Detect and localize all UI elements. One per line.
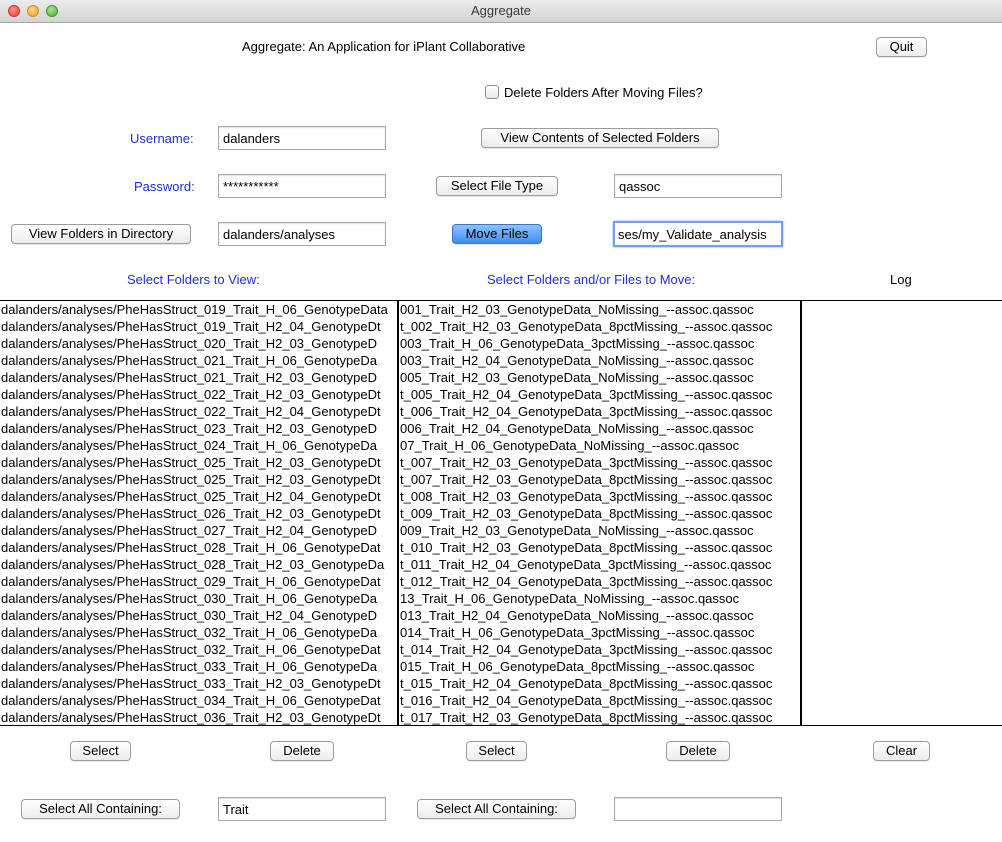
quit-button[interactable]: Quit [876,37,927,57]
username-input[interactable] [218,126,386,150]
folder-list-item[interactable]: dalanders/analyses/PheHasStruct_022_Trai… [0,386,397,403]
folder-list-item[interactable]: dalanders/analyses/PheHasStruct_028_Trai… [0,539,397,556]
file-list-item[interactable]: 07_Trait_H_06_GenotypeData_NoMissing_--a… [399,437,800,454]
file-list-item[interactable]: t_010_Trait_H2_03_GenotypeData_8pctMissi… [399,539,800,556]
move-files-button[interactable]: Move Files [452,224,542,244]
folder-list-item[interactable]: dalanders/analyses/PheHasStruct_024_Trai… [0,437,397,454]
select-files-button[interactable]: Select [466,741,527,761]
folder-list-item[interactable]: dalanders/analyses/PheHasStruct_034_Trai… [0,692,397,709]
folder-list-item[interactable]: dalanders/analyses/PheHasStruct_028_Trai… [0,556,397,573]
clear-log-button[interactable]: Clear [873,741,930,761]
folders-list[interactable]: dalanders/analyses/PheHasStruct_019_Trai… [0,300,399,726]
file-list-item[interactable]: 003_Trait_H_06_GenotypeData_3pctMissing_… [399,335,800,352]
title-bar[interactable]: Aggregate [0,0,1002,23]
folder-list-item[interactable]: dalanders/analyses/PheHasStruct_029_Trai… [0,573,397,590]
folder-list-item[interactable]: dalanders/analyses/PheHasStruct_030_Trai… [0,607,397,624]
folder-list-item[interactable]: dalanders/analyses/PheHasStruct_032_Trai… [0,624,397,641]
file-list-item[interactable]: t_007_Trait_H2_03_GenotypeData_8pctMissi… [399,471,800,488]
folder-list-item[interactable]: dalanders/analyses/PheHasStruct_022_Trai… [0,403,397,420]
folder-list-item[interactable]: dalanders/analyses/PheHasStruct_019_Trai… [0,318,397,335]
folder-list-item[interactable]: dalanders/analyses/PheHasStruct_030_Trai… [0,590,397,607]
file-list-item[interactable]: t_008_Trait_H2_03_GenotypeData_3pctMissi… [399,488,800,505]
file-list-item[interactable]: t_009_Trait_H2_03_GenotypeData_8pctMissi… [399,505,800,522]
file-list-item[interactable]: t_016_Trait_H2_04_GenotypeData_8pctMissi… [399,692,800,709]
log-list[interactable] [802,300,1002,726]
file-list-item[interactable]: t_017_Trait_H2_03_GenotypeData_8pctMissi… [399,709,800,725]
file-list-item[interactable]: t_014_Trait_H2_04_GenotypeData_3pctMissi… [399,641,800,658]
view-contents-button[interactable]: View Contents of Selected Folders [481,128,719,148]
folder-list-item[interactable]: dalanders/analyses/PheHasStruct_021_Trai… [0,352,397,369]
folder-list-item[interactable]: dalanders/analyses/PheHasStruct_033_Trai… [0,675,397,692]
file-list-item[interactable]: t_002_Trait_H2_03_GenotypeData_8pctMissi… [399,318,800,335]
view-folders-button[interactable]: View Folders in Directory [11,224,191,244]
filter-mid-input[interactable] [614,797,782,821]
folder-list-item[interactable]: dalanders/analyses/PheHasStruct_033_Trai… [0,658,397,675]
select-all-containing-mid-button[interactable]: Select All Containing: [417,799,576,819]
file-type-input[interactable] [614,174,782,198]
left-list-header: Select Folders to View: [127,272,260,287]
select-folders-button[interactable]: Select [70,741,131,761]
username-label: Username: [130,131,194,146]
file-list-item[interactable]: t_006_Trait_H2_04_GenotypeData_3pctMissi… [399,403,800,420]
file-list-item[interactable]: 015_Trait_H_06_GenotypeData_8pctMissing_… [399,658,800,675]
directory-input[interactable] [218,222,386,246]
file-list-item[interactable]: 13_Trait_H_06_GenotypeData_NoMissing_--a… [399,590,800,607]
file-list-item[interactable]: t_012_Trait_H2_04_GenotypeData_3pctMissi… [399,573,800,590]
folder-list-item[interactable]: dalanders/analyses/PheHasStruct_027_Trai… [0,522,397,539]
password-label: Password: [134,179,195,194]
file-list-item[interactable]: 013_Trait_H2_04_GenotypeData_NoMissing_-… [399,607,800,624]
file-list-item[interactable]: t_015_Trait_H2_04_GenotypeData_8pctMissi… [399,675,800,692]
window-title: Aggregate [471,3,531,18]
folder-list-item[interactable]: dalanders/analyses/PheHasStruct_026_Trai… [0,505,397,522]
filter-left-input[interactable] [218,797,386,821]
folder-list-item[interactable]: dalanders/analyses/PheHasStruct_021_Trai… [0,369,397,386]
delete-folders-button[interactable]: Delete [270,741,334,761]
delete-folders-checkbox[interactable] [485,85,499,99]
delete-folders-label: Delete Folders After Moving Files? [504,85,703,100]
mid-list-header: Select Folders and/or Files to Move: [487,272,696,287]
folder-list-item[interactable]: dalanders/analyses/PheHasStruct_020_Trai… [0,335,397,352]
file-list-item[interactable]: 009_Trait_H2_03_GenotypeData_NoMissing_-… [399,522,800,539]
file-list-item[interactable]: 006_Trait_H2_04_GenotypeData_NoMissing_-… [399,420,800,437]
log-header: Log [890,272,912,287]
select-file-type-button[interactable]: Select File Type [436,176,558,196]
folder-list-item[interactable]: dalanders/analyses/PheHasStruct_036_Trai… [0,709,397,725]
app-title: Aggregate: An Application for iPlant Col… [242,39,526,54]
folder-list-item[interactable]: dalanders/analyses/PheHasStruct_032_Trai… [0,641,397,658]
file-list-item[interactable]: 014_Trait_H_06_GenotypeData_3pctMissing_… [399,624,800,641]
delete-files-button[interactable]: Delete [666,741,730,761]
password-input[interactable] [218,174,386,198]
destination-input[interactable] [613,221,783,247]
folder-list-item[interactable]: dalanders/analyses/PheHasStruct_025_Trai… [0,488,397,505]
file-list-item[interactable]: t_005_Trait_H2_04_GenotypeData_3pctMissi… [399,386,800,403]
file-list-item[interactable]: t_007_Trait_H2_03_GenotypeData_3pctMissi… [399,454,800,471]
files-to-move-list[interactable]: 001_Trait_H2_03_GenotypeData_NoMissing_-… [399,300,802,726]
file-list-item[interactable]: t_011_Trait_H2_04_GenotypeData_3pctMissi… [399,556,800,573]
select-all-containing-left-button[interactable]: Select All Containing: [21,799,180,819]
folder-list-item[interactable]: dalanders/analyses/PheHasStruct_023_Trai… [0,420,397,437]
folder-list-item[interactable]: dalanders/analyses/PheHasStruct_025_Trai… [0,454,397,471]
folder-list-item[interactable]: dalanders/analyses/PheHasStruct_025_Trai… [0,471,397,488]
folder-list-item[interactable]: dalanders/analyses/PheHasStruct_019_Trai… [0,301,397,318]
file-list-item[interactable]: 003_Trait_H2_04_GenotypeData_NoMissing_-… [399,352,800,369]
file-list-item[interactable]: 001_Trait_H2_03_GenotypeData_NoMissing_-… [399,301,800,318]
file-list-item[interactable]: 005_Trait_H2_03_GenotypeData_NoMissing_-… [399,369,800,386]
